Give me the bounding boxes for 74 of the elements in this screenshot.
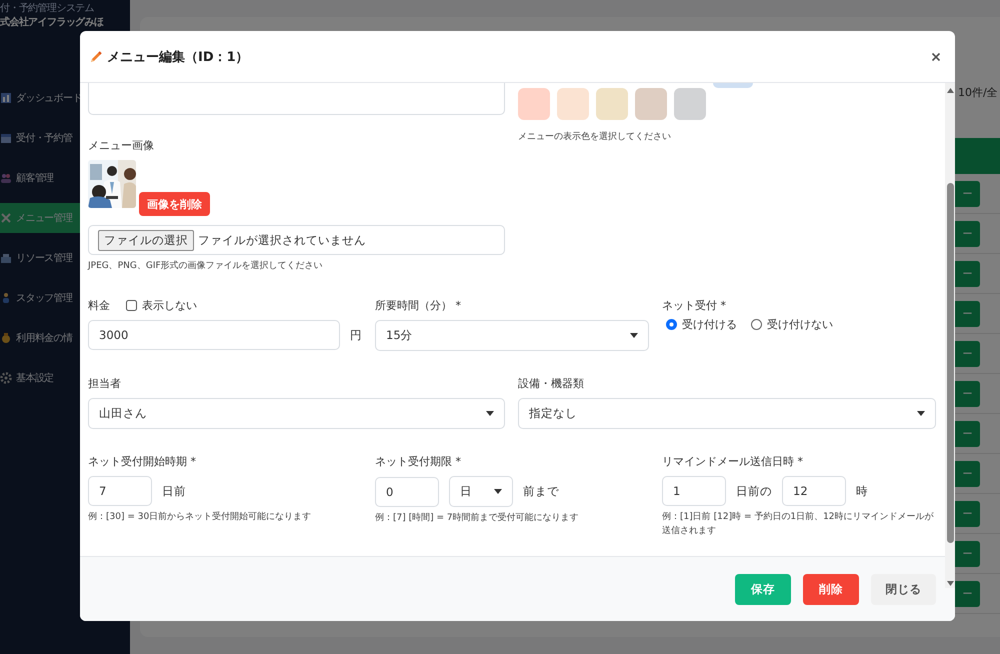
scroll-thumb[interactable] [946, 183, 954, 543]
help-text: 例：[1]日前 [12]時 = 予約日の1日前、12時にリマインドメールが送信されます [662, 510, 935, 538]
row-button[interactable]: ー [955, 500, 980, 526]
row-button[interactable]: ー [955, 380, 980, 406]
select-field[interactable]: 指定なし [518, 398, 936, 429]
row-button[interactable]: ー [955, 460, 980, 486]
input-field[interactable]: 1 [662, 476, 726, 506]
help-text: 例：[7] [時間] = 7時間前まで受付可能になります [375, 512, 580, 525]
unit-label: 円 [350, 328, 362, 342]
settings-icon [0, 372, 12, 384]
row-button[interactable]: ー [955, 540, 980, 566]
input-field[interactable]: 3000 [88, 320, 340, 350]
field-label: ネット受付期限 * [375, 454, 462, 468]
select-field[interactable]: 15分 [375, 320, 649, 351]
row-button[interactable]: ー [955, 340, 980, 366]
calendar-icon [0, 132, 12, 144]
caret-icon [917, 411, 925, 416]
radio-option[interactable]: 受け付けない [751, 317, 833, 332]
money-bag-icon [0, 332, 12, 344]
dialog-title: メニュー編集（ID：1） [107, 48, 250, 66]
help-text: 例：[30] = 30日前からネット受付開始可能になります [88, 510, 312, 524]
color-swatch[interactable] [674, 88, 706, 120]
input-field[interactable]: 0 [375, 476, 439, 506]
row-button[interactable]: ー [955, 220, 980, 246]
pencil-icon [89, 50, 103, 64]
select-field[interactable]: 日 [449, 476, 513, 507]
input-field[interactable]: 12 [782, 476, 846, 506]
radio-option[interactable]: 受け付ける [666, 317, 737, 332]
file-input[interactable]: ファイルの選択 ファイルが選択されていません [88, 225, 505, 255]
field-label: 担当者 [88, 376, 122, 390]
color-swatch[interactable] [557, 88, 589, 120]
close-icon [931, 52, 941, 62]
unit-label: 時 [856, 484, 868, 498]
delete-image-button[interactable]: 画像を削除 [139, 192, 210, 216]
people-icon [0, 172, 12, 184]
save-button[interactable]: 保存 [735, 574, 791, 604]
unit-label: 前まで [523, 484, 559, 499]
company-name: 式会社アイフラッグみほ [0, 16, 104, 29]
field-label: リマインドメール送信日時 * [662, 454, 804, 468]
field-label: 所要時間（分） * [375, 298, 462, 312]
row-button[interactable]: ー [955, 260, 980, 286]
row-button[interactable]: ー [955, 580, 980, 606]
field-label: ネット受付開始時期 * [88, 454, 197, 468]
field-label: メニュー画像 [88, 138, 155, 153]
color-swatch[interactable] [596, 88, 628, 120]
box-icon [0, 252, 12, 264]
row-button[interactable]: ー [955, 420, 980, 446]
scroll-down-icon [946, 581, 954, 586]
sidebar-item[interactable]: 顧客管理 [0, 163, 130, 193]
select-field[interactable]: 山田さん [88, 398, 505, 429]
row-button[interactable]: ー [955, 180, 980, 206]
person-icon [0, 292, 12, 304]
unit-label: 日前の [736, 484, 772, 498]
close-button[interactable]: 閉じる [871, 574, 936, 604]
row-button[interactable]: ー [955, 300, 980, 326]
chart-icon [0, 92, 12, 104]
help-text: メニューの表示色を選択してください [518, 130, 672, 144]
system-name: 付・予約管理システム [0, 2, 96, 15]
scroll-up-icon [946, 88, 954, 93]
scrollbar[interactable] [945, 83, 955, 588]
color-swatch[interactable] [518, 88, 550, 120]
help-text: JPEG、PNG、GIF形式の画像ファイルを選択してください [88, 260, 324, 273]
delete-button[interactable]: 削除 [803, 574, 859, 604]
field-label: 設備・機器類 [518, 376, 585, 390]
unit-label: 日前 [162, 484, 186, 498]
field-label: ネット受付 * [662, 298, 727, 312]
field-label: 料金 [88, 298, 110, 312]
caret-icon [494, 489, 502, 494]
caret-icon [486, 411, 494, 416]
caret-icon [630, 333, 638, 338]
checkbox[interactable]: 表示しない [126, 298, 197, 312]
color-swatch[interactable] [635, 88, 667, 120]
input-field[interactable]: 7 [88, 476, 152, 506]
page-info: 10件/全 [958, 85, 999, 100]
